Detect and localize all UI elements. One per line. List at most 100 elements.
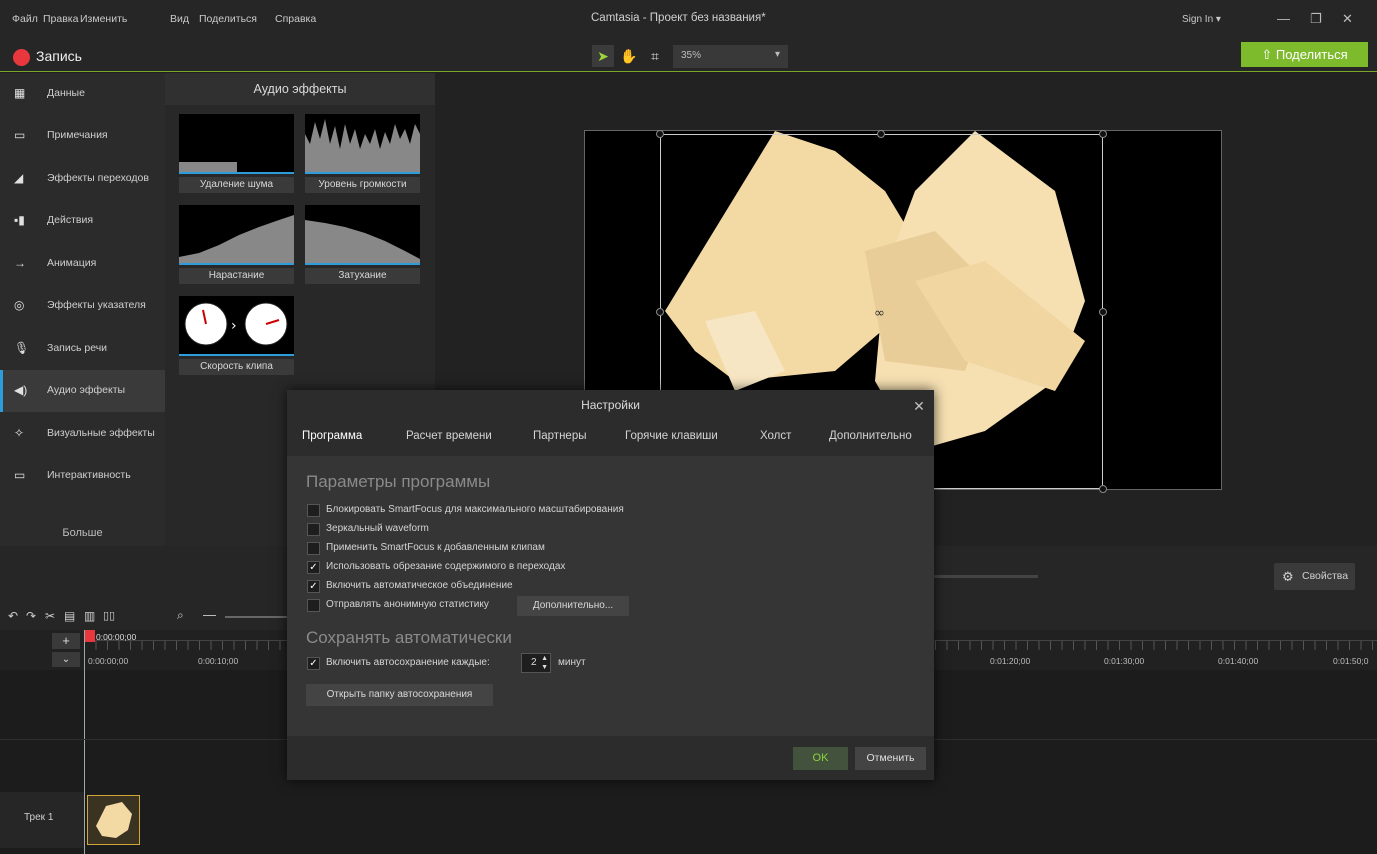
sidebar-item-interactivity[interactable]: ▭ Интерактивность bbox=[0, 455, 165, 497]
pan-tool-icon[interactable]: ✋ bbox=[618, 45, 640, 67]
sidebar-item-cursor[interactable]: ◎ Эффекты указателя bbox=[0, 285, 165, 327]
zoom-out-icon[interactable]: — bbox=[203, 607, 216, 622]
option-checkbox[interactable] bbox=[307, 504, 320, 517]
resize-handle[interactable] bbox=[1099, 308, 1107, 316]
dialog-title: Настройки bbox=[581, 398, 640, 412]
zoom-select[interactable]: 35% ▾ bbox=[673, 45, 788, 68]
advanced-stats-button[interactable]: Дополнительно... bbox=[517, 596, 629, 616]
effect-label[interactable]: Нарастание bbox=[179, 268, 294, 284]
close-icon[interactable]: ✕ bbox=[906, 393, 932, 419]
menu-file[interactable]: Файл bbox=[12, 13, 38, 25]
microphone-icon: 🎙 bbox=[14, 341, 30, 355]
record-icon[interactable] bbox=[13, 49, 30, 66]
zoom-search-icon[interactable]: ⌕ bbox=[177, 608, 184, 623]
sidebar-item-label: Визуальные эффекты bbox=[47, 427, 155, 439]
effect-thumbnail[interactable] bbox=[179, 114, 294, 174]
copy-icon[interactable]: ▤ bbox=[64, 609, 75, 623]
option-label: Отправлять анонимную статистику bbox=[326, 599, 489, 610]
properties-button[interactable]: ⚙ Свойства bbox=[1274, 563, 1355, 590]
more-button[interactable]: Больше bbox=[0, 520, 165, 546]
add-track-button[interactable]: + bbox=[52, 633, 80, 649]
menu-modify[interactable]: Изменить bbox=[80, 13, 127, 25]
share-icon: ⇧ bbox=[1261, 47, 1276, 62]
resize-handle[interactable] bbox=[1099, 485, 1107, 493]
redo-icon[interactable]: ↷ bbox=[26, 609, 36, 623]
sidebar-item-behaviors[interactable]: ▪▮ Действия bbox=[0, 200, 165, 242]
playhead-marker[interactable] bbox=[85, 630, 95, 642]
resize-handle[interactable] bbox=[656, 308, 664, 316]
behaviors-icon: ▪▮ bbox=[14, 213, 25, 227]
minimize-icon[interactable]: — bbox=[1277, 11, 1290, 26]
sidebar-item-annotations[interactable]: ▭ Примечания bbox=[0, 115, 165, 157]
tab-advanced[interactable]: Дополнительно bbox=[829, 430, 912, 442]
record-button[interactable]: Запись bbox=[36, 48, 82, 64]
effect-label[interactable]: Затухание bbox=[305, 268, 420, 284]
option-checkbox[interactable]: ✓ bbox=[307, 561, 320, 574]
split-icon[interactable]: ▯▯ bbox=[103, 609, 115, 622]
option-label: Зеркальный waveform bbox=[326, 523, 429, 534]
undo-icon[interactable]: ↶ bbox=[8, 609, 18, 623]
tick-label: 0:01:50;0 bbox=[1333, 656, 1369, 666]
autosave-checkbox[interactable]: ✓ bbox=[307, 657, 320, 670]
stepper-arrows-icon[interactable]: ▲ ▼ bbox=[541, 654, 548, 672]
zoom-value: 35% bbox=[681, 50, 702, 61]
window-title: Camtasia - Проект без названия* bbox=[591, 12, 766, 24]
option-checkbox[interactable] bbox=[307, 523, 320, 536]
paste-icon[interactable]: ▥ bbox=[84, 609, 95, 623]
sidebar-item-label: Анимация bbox=[47, 257, 97, 269]
resize-handle[interactable] bbox=[877, 130, 885, 138]
option-checkbox[interactable] bbox=[307, 542, 320, 555]
sidebar-item-label: Эффекты переходов bbox=[47, 172, 149, 184]
sidebar-item-transitions[interactable]: ◢ Эффекты переходов bbox=[0, 158, 165, 200]
menu-view[interactable]: Вид bbox=[170, 13, 189, 25]
tab-canvas[interactable]: Холст bbox=[760, 430, 791, 442]
select-tool-icon[interactable]: ➤ bbox=[592, 45, 614, 67]
resize-handle[interactable] bbox=[1099, 130, 1107, 138]
sidebar-item-voice[interactable]: 🎙 Запись речи bbox=[0, 328, 165, 370]
tab-hotkeys[interactable]: Горячие клавиши bbox=[625, 430, 718, 442]
resize-handle[interactable] bbox=[656, 130, 664, 138]
option-checkbox[interactable] bbox=[307, 599, 320, 612]
playback-scrubber[interactable] bbox=[930, 575, 1038, 578]
sidebar-item-label: Эффекты указателя bbox=[47, 299, 146, 311]
effect-thumbnail[interactable] bbox=[305, 114, 420, 174]
cut-icon[interactable]: ✂ bbox=[45, 609, 55, 623]
option-checkbox[interactable]: ✓ bbox=[307, 580, 320, 593]
share-button[interactable]: ⇧ Поделиться bbox=[1241, 42, 1368, 67]
sidebar-item-visual-effects[interactable]: ✧ Визуальные эффекты bbox=[0, 413, 165, 455]
tab-partners[interactable]: Партнеры bbox=[533, 430, 586, 442]
sidebar-item-label: Действия bbox=[47, 214, 94, 226]
restore-icon[interactable]: ❐ bbox=[1310, 11, 1322, 27]
sidebar-item-animation[interactable]: → Анимация bbox=[0, 243, 165, 285]
cursor-icon: ◎ bbox=[14, 298, 25, 312]
menu-help[interactable]: Справка bbox=[275, 13, 316, 25]
menu-share[interactable]: Поделиться bbox=[199, 13, 257, 25]
autosave-minutes-stepper[interactable]: 2 ▲ ▼ bbox=[521, 653, 551, 673]
close-window-icon[interactable]: ✕ bbox=[1342, 11, 1353, 27]
cancel-button[interactable]: Отменить bbox=[855, 747, 926, 770]
media-clip[interactable] bbox=[87, 795, 140, 845]
sign-in-menu[interactable]: Sign In ▾ bbox=[1182, 14, 1221, 25]
crop-tool-icon[interactable]: ⌗ bbox=[644, 45, 666, 67]
menu-edit[interactable]: Правка bbox=[43, 13, 78, 25]
effect-thumbnail[interactable] bbox=[179, 205, 294, 265]
chevron-down-icon[interactable]: ⌄ bbox=[52, 652, 80, 667]
zoom-slider[interactable] bbox=[225, 616, 287, 618]
effect-label[interactable]: Удаление шума bbox=[179, 177, 294, 193]
annotation-icon: ▭ bbox=[14, 128, 26, 142]
effect-thumbnail[interactable] bbox=[305, 205, 420, 265]
sidebar-item-label: Данные bbox=[47, 87, 85, 99]
tab-timing[interactable]: Расчет времени bbox=[406, 430, 492, 442]
sidebar-item-audio-effects[interactable]: ◀) Аудио эффекты bbox=[0, 370, 165, 412]
effect-thumbnail[interactable]: › bbox=[179, 296, 294, 356]
transition-icon: ◢ bbox=[14, 171, 24, 185]
sidebar-item-label: Аудио эффекты bbox=[47, 384, 126, 396]
ok-button[interactable]: OK bbox=[793, 747, 848, 770]
effect-label[interactable]: Скорость клипа bbox=[179, 359, 294, 375]
open-autosave-folder-button[interactable]: Открыть папку автосохранения bbox=[306, 684, 493, 706]
tab-program[interactable]: Программа bbox=[302, 430, 362, 442]
film-icon: ▦ bbox=[14, 86, 26, 100]
sidebar-item-media[interactable]: ▦ Данные bbox=[0, 73, 165, 115]
tick-label: 0:01:20;00 bbox=[990, 656, 1031, 666]
effect-label[interactable]: Уровень громкости bbox=[305, 177, 420, 193]
